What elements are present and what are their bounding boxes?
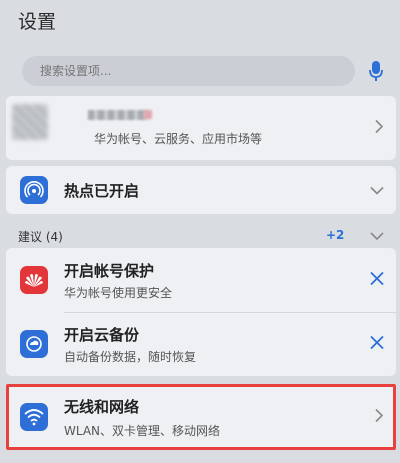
close-icon[interactable] — [370, 271, 384, 290]
suggestions-card: 开启帐号保护 华为帐号使用更安全 开启云备份 自动备份数据，随时恢复 — [6, 248, 396, 376]
hotspot-card[interactable]: 热点已开启 — [6, 166, 396, 214]
account-card[interactable]: 华为帐号、云服务、应用市场等 — [6, 96, 396, 160]
cloud-backup-icon — [20, 330, 48, 358]
suggestion-subtitle: 华为帐号使用更安全 — [64, 286, 173, 300]
chevron-down-icon[interactable] — [370, 181, 384, 200]
hotspot-icon — [20, 176, 48, 204]
suggestions-more[interactable]: +2 — [326, 228, 344, 242]
search-input[interactable] — [38, 63, 355, 79]
hotspot-title: 热点已开启 — [64, 182, 140, 200]
suggestion-subtitle: 自动备份数据，随时恢复 — [64, 350, 197, 364]
chevron-right-icon — [374, 119, 384, 138]
page-title: 设置 — [18, 11, 57, 33]
account-subtitle: 华为帐号、云服务、应用市场等 — [94, 132, 263, 146]
highlight-box — [6, 384, 396, 450]
avatar — [12, 104, 48, 140]
close-icon[interactable] — [370, 335, 384, 354]
suggestion-title: 开启云备份 — [64, 326, 140, 344]
suggestion-title: 开启帐号保护 — [64, 262, 155, 280]
suggestion-account-protection[interactable]: 开启帐号保护 华为帐号使用更安全 — [6, 248, 396, 312]
suggestions-label: 建议 (4) — [18, 230, 63, 244]
huawei-logo-icon — [20, 266, 48, 294]
mic-icon[interactable] — [364, 56, 388, 86]
account-name-redacted — [88, 110, 148, 120]
account-badge-redacted — [144, 110, 152, 119]
suggestion-cloud-backup[interactable]: 开启云备份 自动备份数据，随时恢复 — [6, 312, 396, 376]
chevron-down-icon[interactable] — [370, 226, 384, 245]
search-bar[interactable] — [22, 56, 355, 86]
